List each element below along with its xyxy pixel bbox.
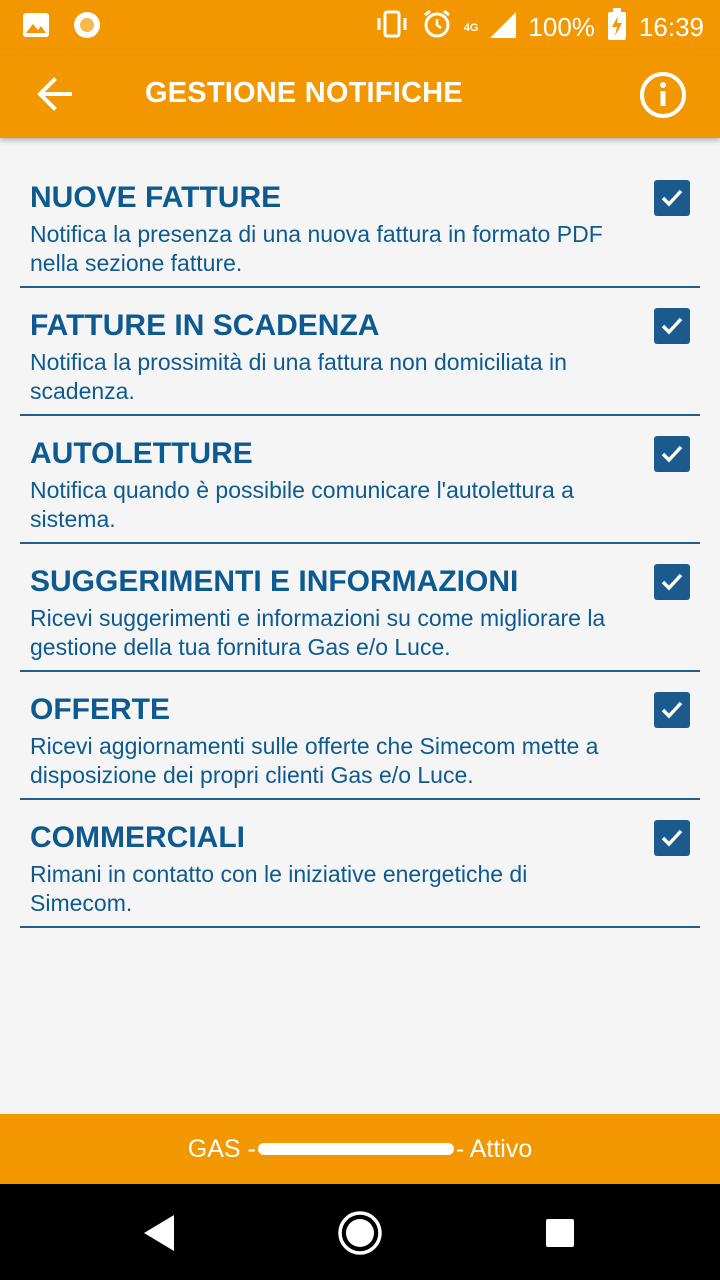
nav-back-button[interactable] <box>133 1206 187 1260</box>
info-icon <box>640 72 686 118</box>
item-title: SUGGERIMENTI E INFORMAZIONI <box>30 565 519 598</box>
clock: 16:39 <box>638 12 704 42</box>
signal-icon <box>490 10 517 45</box>
back-button[interactable] <box>34 72 78 116</box>
supply-status: - Attivo <box>455 1134 533 1163</box>
check-icon <box>661 573 683 591</box>
check-icon <box>661 701 683 719</box>
info-button[interactable] <box>638 70 688 120</box>
item-title: AUTOLETTURE <box>30 437 253 470</box>
checkbox-offerte[interactable] <box>654 692 690 728</box>
supply-status-bar[interactable]: GAS - - Attivo <box>0 1114 720 1184</box>
network-type: 4G <box>463 21 479 34</box>
list-item: COMMERCIALI Rimani in contatto con le in… <box>20 800 700 928</box>
checkbox-autoletture[interactable] <box>654 436 690 472</box>
circle-home-icon <box>338 1211 382 1255</box>
item-title: COMMERCIALI <box>30 821 245 854</box>
list-item: FATTURE IN SCADENZA Notifica la prossimi… <box>20 288 700 416</box>
app-bar: GESTIONE NOTIFICHE <box>0 50 720 138</box>
page-title: GESTIONE NOTIFICHE <box>145 77 463 109</box>
redacted-code <box>257 1143 454 1155</box>
checkbox-fatture-in-scadenza[interactable] <box>654 308 690 344</box>
supply-type: GAS - <box>187 1134 256 1163</box>
image-icon <box>22 12 50 43</box>
checkbox-suggerimenti[interactable] <box>654 564 690 600</box>
circle-notification-icon <box>72 10 102 45</box>
battery-charging-icon <box>607 8 627 47</box>
square-recents-icon <box>546 1219 574 1247</box>
nav-home-button[interactable] <box>333 1206 387 1260</box>
list-item: NUOVE FATTURE Notifica la presenza di un… <box>20 160 700 288</box>
alarm-icon <box>422 9 452 46</box>
checkbox-commerciali[interactable] <box>654 820 690 856</box>
check-icon <box>661 829 683 847</box>
check-icon <box>661 317 683 335</box>
triangle-back-icon <box>144 1215 174 1251</box>
item-title: FATTURE IN SCADENZA <box>30 309 380 342</box>
item-description: Notifica la prossimità di una fattura no… <box>30 349 567 404</box>
checkbox-nuove-fatture[interactable] <box>654 180 690 216</box>
notification-list: NUOVE FATTURE Notifica la presenza di un… <box>20 160 700 928</box>
check-icon <box>661 445 683 463</box>
list-item: AUTOLETTURE Notifica quando è possibile … <box>20 416 700 544</box>
item-description: Notifica la presenza di una nuova fattur… <box>30 221 603 276</box>
item-title: OFFERTE <box>30 693 170 726</box>
check-icon <box>661 189 683 207</box>
list-item: OFFERTE Ricevi aggiornamenti sulle offer… <box>20 672 700 800</box>
item-title: NUOVE FATTURE <box>30 181 282 214</box>
battery-percent: 100% <box>528 12 595 42</box>
item-description: Ricevi aggiornamenti sulle offerte che S… <box>30 733 599 788</box>
item-description: Ricevi suggerimenti e informazioni su co… <box>30 605 606 660</box>
arrow-left-icon <box>37 77 72 111</box>
item-description: Rimani in contatto con le iniziative ene… <box>30 861 528 916</box>
list-item: SUGGERIMENTI E INFORMAZIONI Ricevi sugge… <box>20 544 700 672</box>
status-bar: 4G 100% 16:39 <box>0 0 720 50</box>
nav-recents-button[interactable] <box>533 1206 587 1260</box>
system-nav-bar <box>0 1184 720 1280</box>
item-description: Notifica quando è possibile comunicare l… <box>30 477 574 532</box>
vibrate-icon <box>374 9 410 46</box>
